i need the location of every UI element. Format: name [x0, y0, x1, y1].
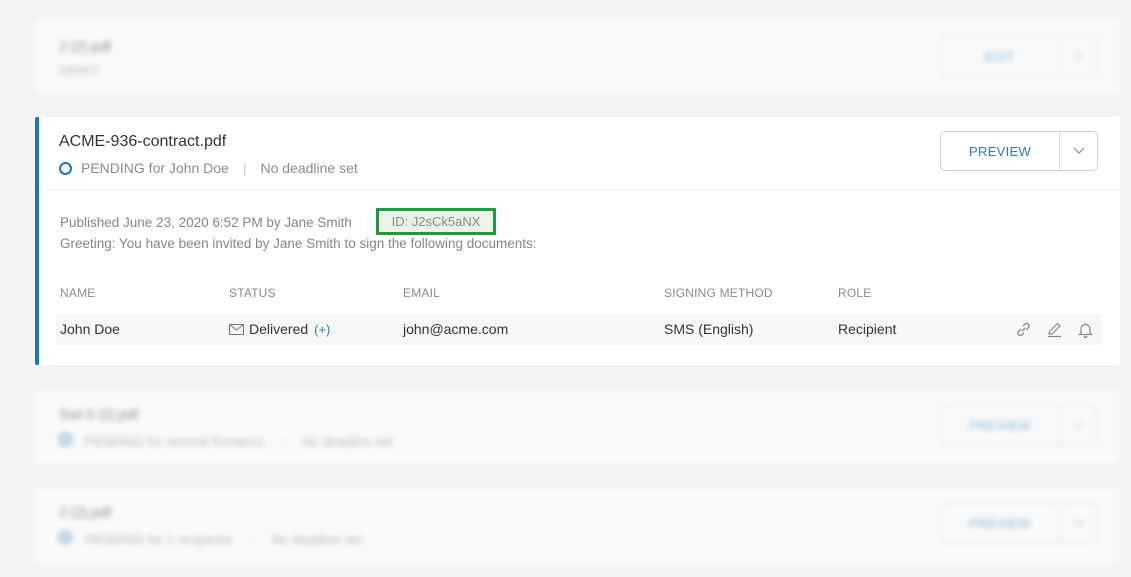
document-card-expanded: ACME-936-contract.pdf PENDING for John D… [35, 117, 1120, 365]
status-label: Delivered [249, 321, 309, 337]
preview-button[interactable]: PREVIEW [941, 132, 1060, 170]
column-header-name: NAME [60, 286, 96, 300]
preview-button[interactable]: PREVIEW [941, 504, 1060, 542]
deadline-text: No deadline set [271, 532, 362, 547]
envelope-icon [229, 323, 244, 335]
chevron-down-icon[interactable] [1060, 37, 1097, 75]
pending-status-icon [59, 433, 72, 446]
deadline-text: No deadline set [302, 434, 393, 449]
preview-split-button[interactable]: PREVIEW [940, 503, 1098, 543]
header-divider [39, 190, 1120, 191]
document-card-draft[interactable]: 2 (2).pdf DRAFT EDIT [35, 20, 1120, 92]
document-id-badge: ID: J2sCk5aNX [376, 208, 496, 235]
recipient-status: Delivered (+) [229, 321, 330, 337]
separator: | [281, 434, 285, 449]
status-text: PENDING for John Doe [81, 160, 229, 176]
document-card-pending[interactable]: 2 (2).pdf PENDING for 1 recipients | No … [35, 488, 1120, 563]
recipient-signing-method: SMS (English) [664, 321, 754, 337]
card-subtitle: DRAFT [59, 64, 99, 78]
recipient-row: John Doe Delivered (+) john@acme.com SMS… [56, 314, 1101, 345]
document-title: ACME-936-contract.pdf [59, 133, 227, 150]
document-status-line: PENDING for John Doe | No deadline set [59, 160, 358, 176]
column-header-email: EMAIL [403, 286, 441, 300]
preview-split-button[interactable]: PREVIEW [940, 131, 1098, 171]
card-status-line: PENDING for several Renanco | No deadlin… [59, 433, 393, 449]
greeting-text: Greeting: You have been invited by Jane … [60, 236, 537, 251]
chevron-down-icon[interactable] [1060, 406, 1097, 444]
bell-icon[interactable] [1076, 320, 1095, 339]
card-status-line: PENDING for 1 recipients | No deadline s… [59, 531, 362, 547]
pending-status-icon [59, 531, 72, 544]
column-header-signing-method: SIGNING METHOD [664, 286, 773, 300]
recipient-role: Recipient [838, 321, 897, 337]
column-header-status: STATUS [229, 286, 276, 300]
document-card-pending[interactable]: Swl-3 (2).pdf PENDING for several Renanc… [35, 390, 1120, 463]
edit-split-button[interactable]: EDIT [940, 36, 1098, 76]
published-info: Published June 23, 2020 6:52 PM by Jane … [60, 215, 352, 230]
card-title: 2 (2).pdf [59, 504, 112, 520]
pencil-icon[interactable] [1045, 320, 1064, 339]
status-text: PENDING for several Renanco [84, 434, 264, 449]
card-title: Swl-3 (2).pdf [59, 406, 139, 422]
preview-split-button[interactable]: PREVIEW [940, 405, 1098, 445]
deadline-text: No deadline set [260, 160, 358, 176]
status-text: PENDING for 1 recipients [84, 532, 233, 547]
chevron-down-icon[interactable] [1060, 504, 1097, 542]
card-title: 2 (2).pdf [59, 38, 112, 54]
column-header-role: ROLE [838, 286, 872, 300]
preview-button[interactable]: PREVIEW [941, 406, 1060, 444]
chevron-down-icon[interactable] [1060, 132, 1097, 170]
recipient-name: John Doe [60, 321, 120, 337]
row-actions [1014, 320, 1095, 339]
separator: | [250, 532, 254, 547]
pending-status-icon [59, 161, 72, 175]
separator: | [242, 160, 247, 176]
recipient-email: john@acme.com [403, 321, 509, 337]
edit-button[interactable]: EDIT [941, 37, 1060, 75]
link-icon[interactable] [1014, 320, 1033, 339]
status-details-link[interactable]: (+) [314, 322, 330, 337]
